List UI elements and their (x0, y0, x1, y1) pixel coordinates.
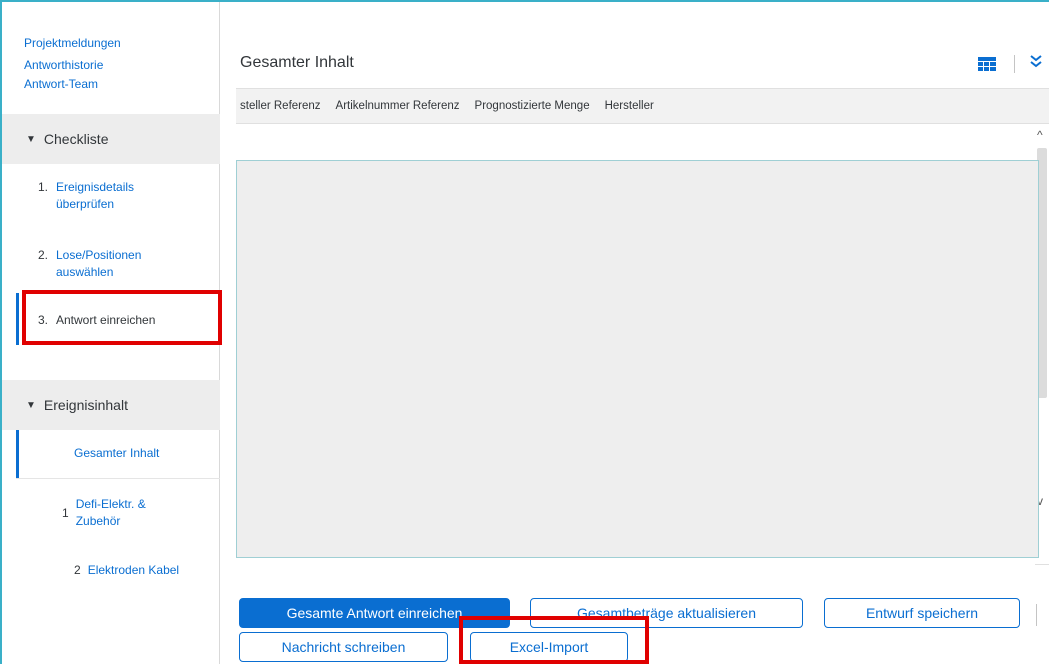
page-title: Gesamter Inhalt (240, 54, 354, 71)
divider (16, 478, 220, 479)
step-number: 2. (38, 248, 49, 262)
column-header[interactable]: Artikelnummer Referenz (336, 100, 460, 112)
checklist-header[interactable]: ▼ Checkliste (2, 114, 220, 164)
link-antwort-team[interactable]: Antwort-Team (24, 73, 121, 95)
content-item-defi[interactable]: 1 Defi-Elektr. & Zubehör (62, 496, 160, 530)
chevron-up-icon[interactable]: ^ (1037, 128, 1043, 142)
step-number: 1. (38, 180, 49, 194)
triangle-down-icon: ▼ (26, 133, 36, 145)
highlight-box (22, 290, 222, 345)
button-separator (1036, 604, 1037, 626)
checklist-title: Checkliste (43, 131, 109, 147)
column-header[interactable]: Hersteller (605, 100, 654, 112)
content-number: 1 (62, 505, 69, 520)
step-label: Lose/Positionen auswählen (56, 248, 142, 279)
sidebar-top-links: Projektmeldungen Antworthistorie Antwort… (24, 32, 121, 95)
chevron-double-down-icon[interactable] (1030, 54, 1042, 71)
current-step-indicator (16, 293, 19, 345)
table-column-header: steller Referenz Artikelnummer Referenz … (236, 88, 1049, 124)
event-content-title: Ereignisinhalt (43, 397, 128, 413)
toolbar-separator (1014, 55, 1015, 73)
scroll-track-divider (1035, 564, 1049, 565)
event-content-header[interactable]: ▼ Ereignisinhalt (2, 380, 220, 430)
content-label: Elektroden Kabel (87, 563, 180, 577)
link-projektmeldungen[interactable]: Projektmeldungen (24, 32, 121, 54)
table-icon[interactable] (978, 57, 996, 71)
table-body (236, 160, 1039, 558)
triangle-down-icon: ▼ (26, 399, 36, 411)
content-item-elektroden[interactable]: 2 Elektroden Kabel (74, 562, 179, 579)
save-draft-button[interactable]: Entwurf speichern (824, 598, 1020, 628)
column-header[interactable]: Prognostizierte Menge (475, 100, 590, 112)
write-message-button[interactable]: Nachricht schreiben (239, 632, 448, 662)
step-ereignisdetails[interactable]: 1. Ereignisdetails überprüfen (38, 179, 156, 213)
content-number: 2 (74, 563, 81, 577)
step-lose-positionen[interactable]: 2. Lose/Positionen auswählen (38, 247, 156, 281)
current-content-indicator (16, 430, 19, 478)
highlight-box (459, 616, 649, 664)
content-item-gesamter-inhalt[interactable]: Gesamter Inhalt (74, 445, 159, 462)
column-header[interactable]: steller Referenz (240, 100, 321, 112)
step-label: Ereignisdetails überprüfen (56, 180, 135, 211)
content-label: Defi-Elektr. & Zubehör (75, 497, 146, 528)
